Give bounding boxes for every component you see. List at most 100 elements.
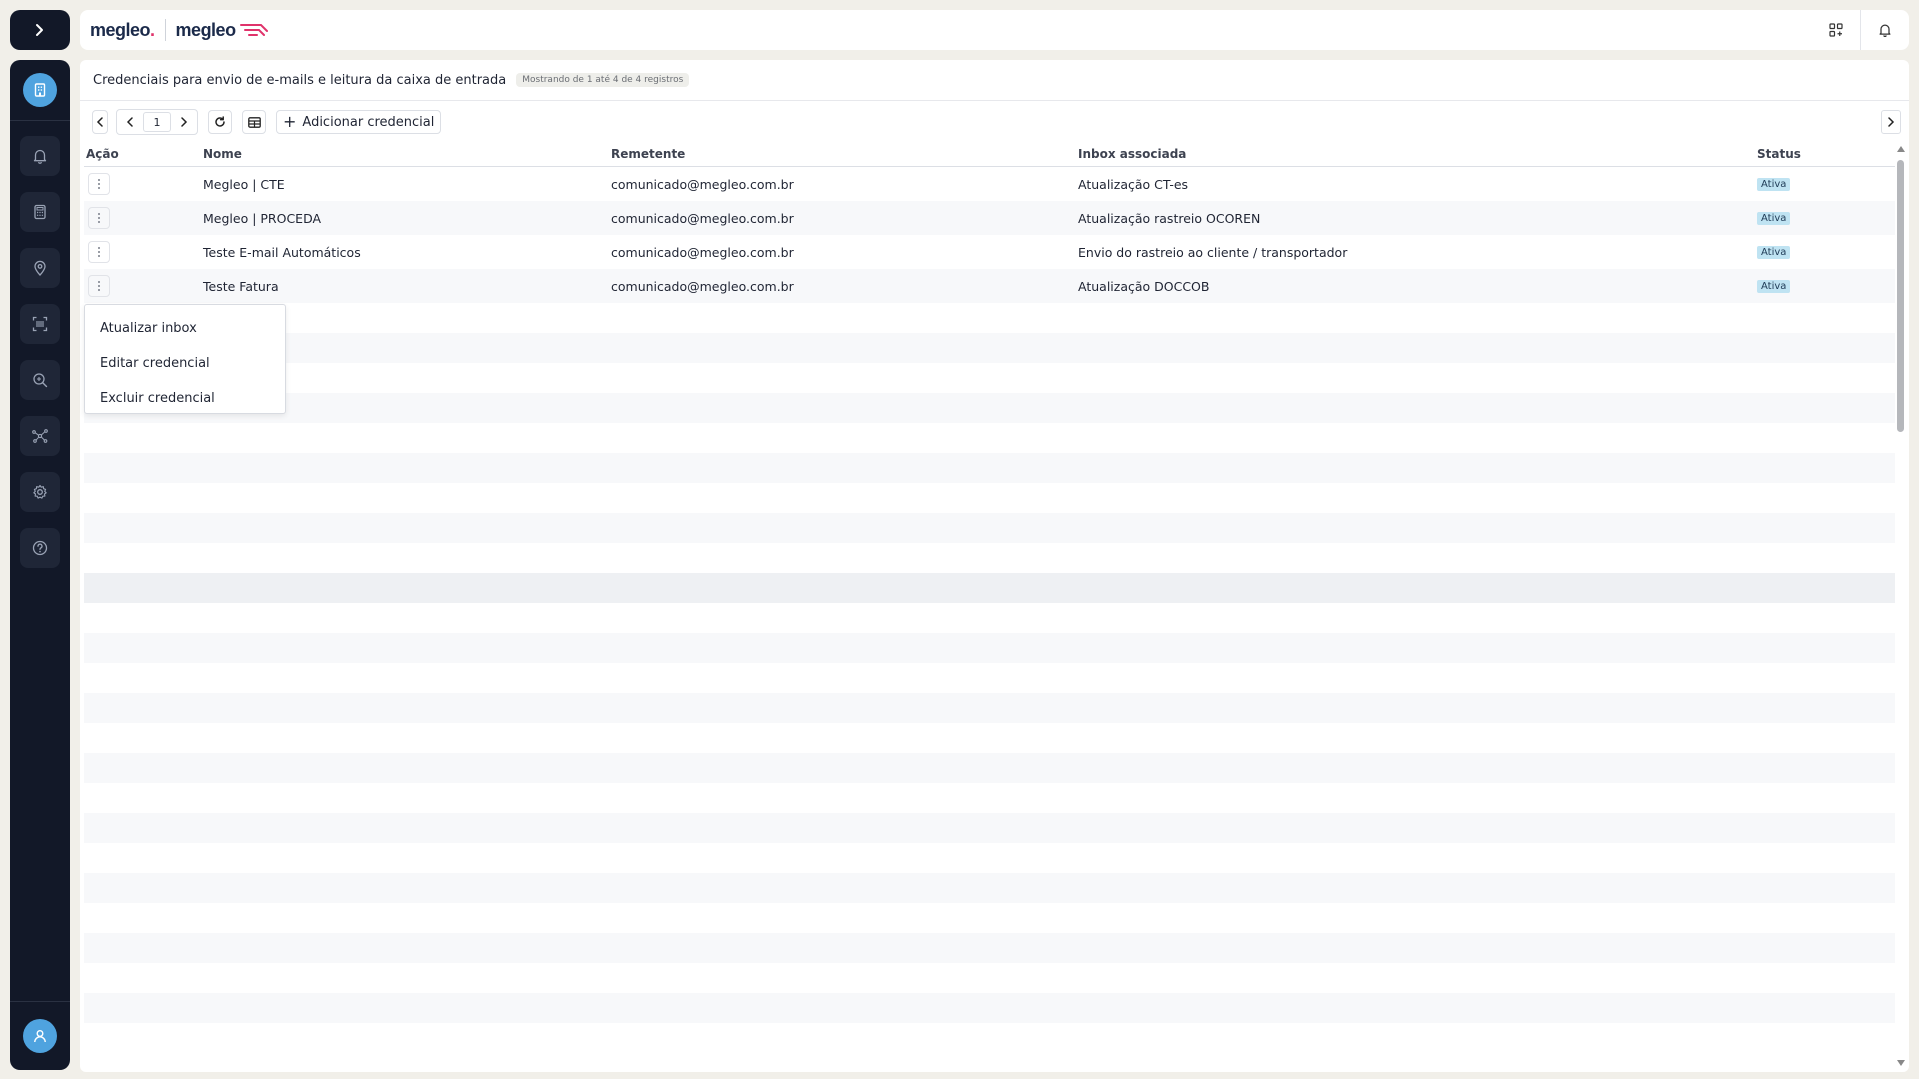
sidebar-item-calculator[interactable] <box>20 192 60 232</box>
notifications-button[interactable] <box>1861 10 1909 50</box>
network-icon <box>32 429 48 443</box>
apps-button[interactable] <box>1812 10 1860 50</box>
panel-header: Credenciais para envio de e-mails e leit… <box>80 60 1909 101</box>
header-acao[interactable]: Ação <box>86 147 119 161</box>
help-icon <box>32 540 48 556</box>
kebab-dot <box>98 285 100 287</box>
empty-row <box>84 933 1895 963</box>
sidebar-item-scanner[interactable] <box>20 304 60 344</box>
calculator-icon <box>34 204 46 220</box>
empty-row <box>84 603 1895 633</box>
empty-row <box>84 993 1895 1023</box>
building-icon <box>34 83 46 97</box>
header-remetente[interactable]: Remetente <box>611 147 685 161</box>
cell-inbox: Atualização DOCCOB <box>1078 278 1210 294</box>
pagination: 1 <box>116 109 198 135</box>
row-actions-button[interactable] <box>88 173 110 195</box>
status-badge: Ativa <box>1757 211 1791 225</box>
kebab-dot <box>98 251 100 253</box>
bell-icon <box>33 149 47 164</box>
prev-page-button[interactable] <box>117 111 143 133</box>
empty-row <box>84 543 1895 573</box>
logo-secondary[interactable]: megleo <box>176 20 273 41</box>
row-context-menu: Atualizar inbox Editar credencial Exclui… <box>84 304 286 414</box>
plus-icon: + <box>283 112 297 131</box>
empty-row <box>84 783 1895 813</box>
menu-item-delete-credential[interactable]: Excluir credencial <box>85 381 285 416</box>
kebab-dot <box>98 213 100 215</box>
header-inbox[interactable]: Inbox associada <box>1078 147 1186 161</box>
scroll-left-button[interactable] <box>92 110 108 134</box>
page-number-input[interactable]: 1 <box>143 112 171 132</box>
table-toolbar: 1 + Adicionar credencial <box>80 101 1909 143</box>
status-badge: Ativa <box>1757 279 1791 293</box>
status-badge: Ativa <box>1757 177 1791 191</box>
logo-separator <box>164 19 166 41</box>
cell-remetente: comunicado@megleo.com.br <box>611 210 794 226</box>
user-avatar[interactable] <box>23 1019 57 1053</box>
row-actions-button[interactable] <box>88 275 110 297</box>
columns-button[interactable] <box>242 110 266 134</box>
sidebar-item-help[interactable] <box>20 528 60 568</box>
cell-inbox: Atualização rastreio OCOREN <box>1078 210 1261 226</box>
scroll-right-button[interactable] <box>1881 110 1901 134</box>
logo-primary-dot: . <box>150 19 155 40</box>
sidebar-item-search[interactable] <box>20 360 60 400</box>
row-actions-button[interactable] <box>88 207 110 229</box>
empty-row <box>84 873 1895 903</box>
table-row[interactable]: Teste Fatura comunicado@megleo.com.br At… <box>84 269 1895 303</box>
logo-secondary-text: megleo <box>175 19 237 40</box>
scroll-thumb[interactable] <box>1897 160 1904 432</box>
chevron-right-icon <box>1888 117 1895 127</box>
chevron-right-icon <box>36 24 43 36</box>
sidebar-item-integrations[interactable] <box>20 416 60 456</box>
empty-row <box>84 663 1895 693</box>
sidebar-item-settings[interactable] <box>20 472 60 512</box>
empty-row <box>84 513 1895 543</box>
sidebar-user-area <box>10 1001 70 1070</box>
cell-remetente: comunicado@megleo.com.br <box>611 244 794 260</box>
cell-nome: Megleo | CTE <box>203 176 285 192</box>
table-row[interactable]: Megleo | PROCEDA comunicado@megleo.com.b… <box>84 201 1895 235</box>
cell-remetente: comunicado@megleo.com.br <box>611 176 794 192</box>
chevron-left-icon <box>126 117 133 127</box>
logo-primary[interactable]: megleo. <box>90 20 155 41</box>
kebab-dot <box>98 289 100 291</box>
refresh-icon <box>215 116 225 127</box>
sidebar-item-company[interactable] <box>10 60 70 121</box>
empty-row <box>84 813 1895 843</box>
menu-item-edit-credential[interactable]: Editar credencial <box>85 346 285 381</box>
empty-row <box>84 333 1895 363</box>
next-page-button[interactable] <box>171 111 197 133</box>
header-status[interactable]: Status <box>1757 147 1801 161</box>
menu-item-update-inbox[interactable]: Atualizar inbox <box>85 311 285 346</box>
sidebar-toggle-button[interactable] <box>10 10 70 50</box>
kebab-dot <box>98 183 100 185</box>
table-body: Megleo | CTE comunicado@megleo.com.br At… <box>84 167 1895 1053</box>
top-bar-actions <box>1812 10 1909 50</box>
apps-add-icon <box>1829 23 1843 37</box>
search-zoom-icon <box>33 373 48 388</box>
scroll-up-arrow[interactable] <box>1897 146 1905 152</box>
table-icon <box>247 116 261 128</box>
empty-row <box>84 423 1895 453</box>
empty-row <box>84 633 1895 663</box>
refresh-button[interactable] <box>208 110 232 134</box>
empty-row <box>84 453 1895 483</box>
credentials-table: Ação Nome Remetente Inbox associada Stat… <box>84 142 1895 1072</box>
table-row[interactable]: Megleo | CTE comunicado@megleo.com.br At… <box>84 167 1895 201</box>
sidebar-item-notifications[interactable] <box>20 136 60 176</box>
add-credential-button[interactable]: + Adicionar credencial <box>276 110 442 134</box>
table-row[interactable]: Teste E-mail Automáticos comunicado@megl… <box>84 235 1895 269</box>
sidebar-active-item[interactable] <box>23 73 57 107</box>
row-actions-button[interactable] <box>88 241 110 263</box>
user-icon <box>34 1030 46 1043</box>
credentials-panel: Credenciais para envio de e-mails e leit… <box>80 60 1909 1072</box>
empty-row <box>84 573 1895 603</box>
page-title: Credenciais para envio de e-mails e leit… <box>93 72 507 88</box>
table-scrollbar[interactable] <box>1894 146 1906 1066</box>
header-nome[interactable]: Nome <box>203 147 242 161</box>
scroll-down-arrow[interactable] <box>1897 1060 1905 1066</box>
sidebar-item-locations[interactable] <box>20 248 60 288</box>
chevron-left-icon <box>96 117 103 127</box>
